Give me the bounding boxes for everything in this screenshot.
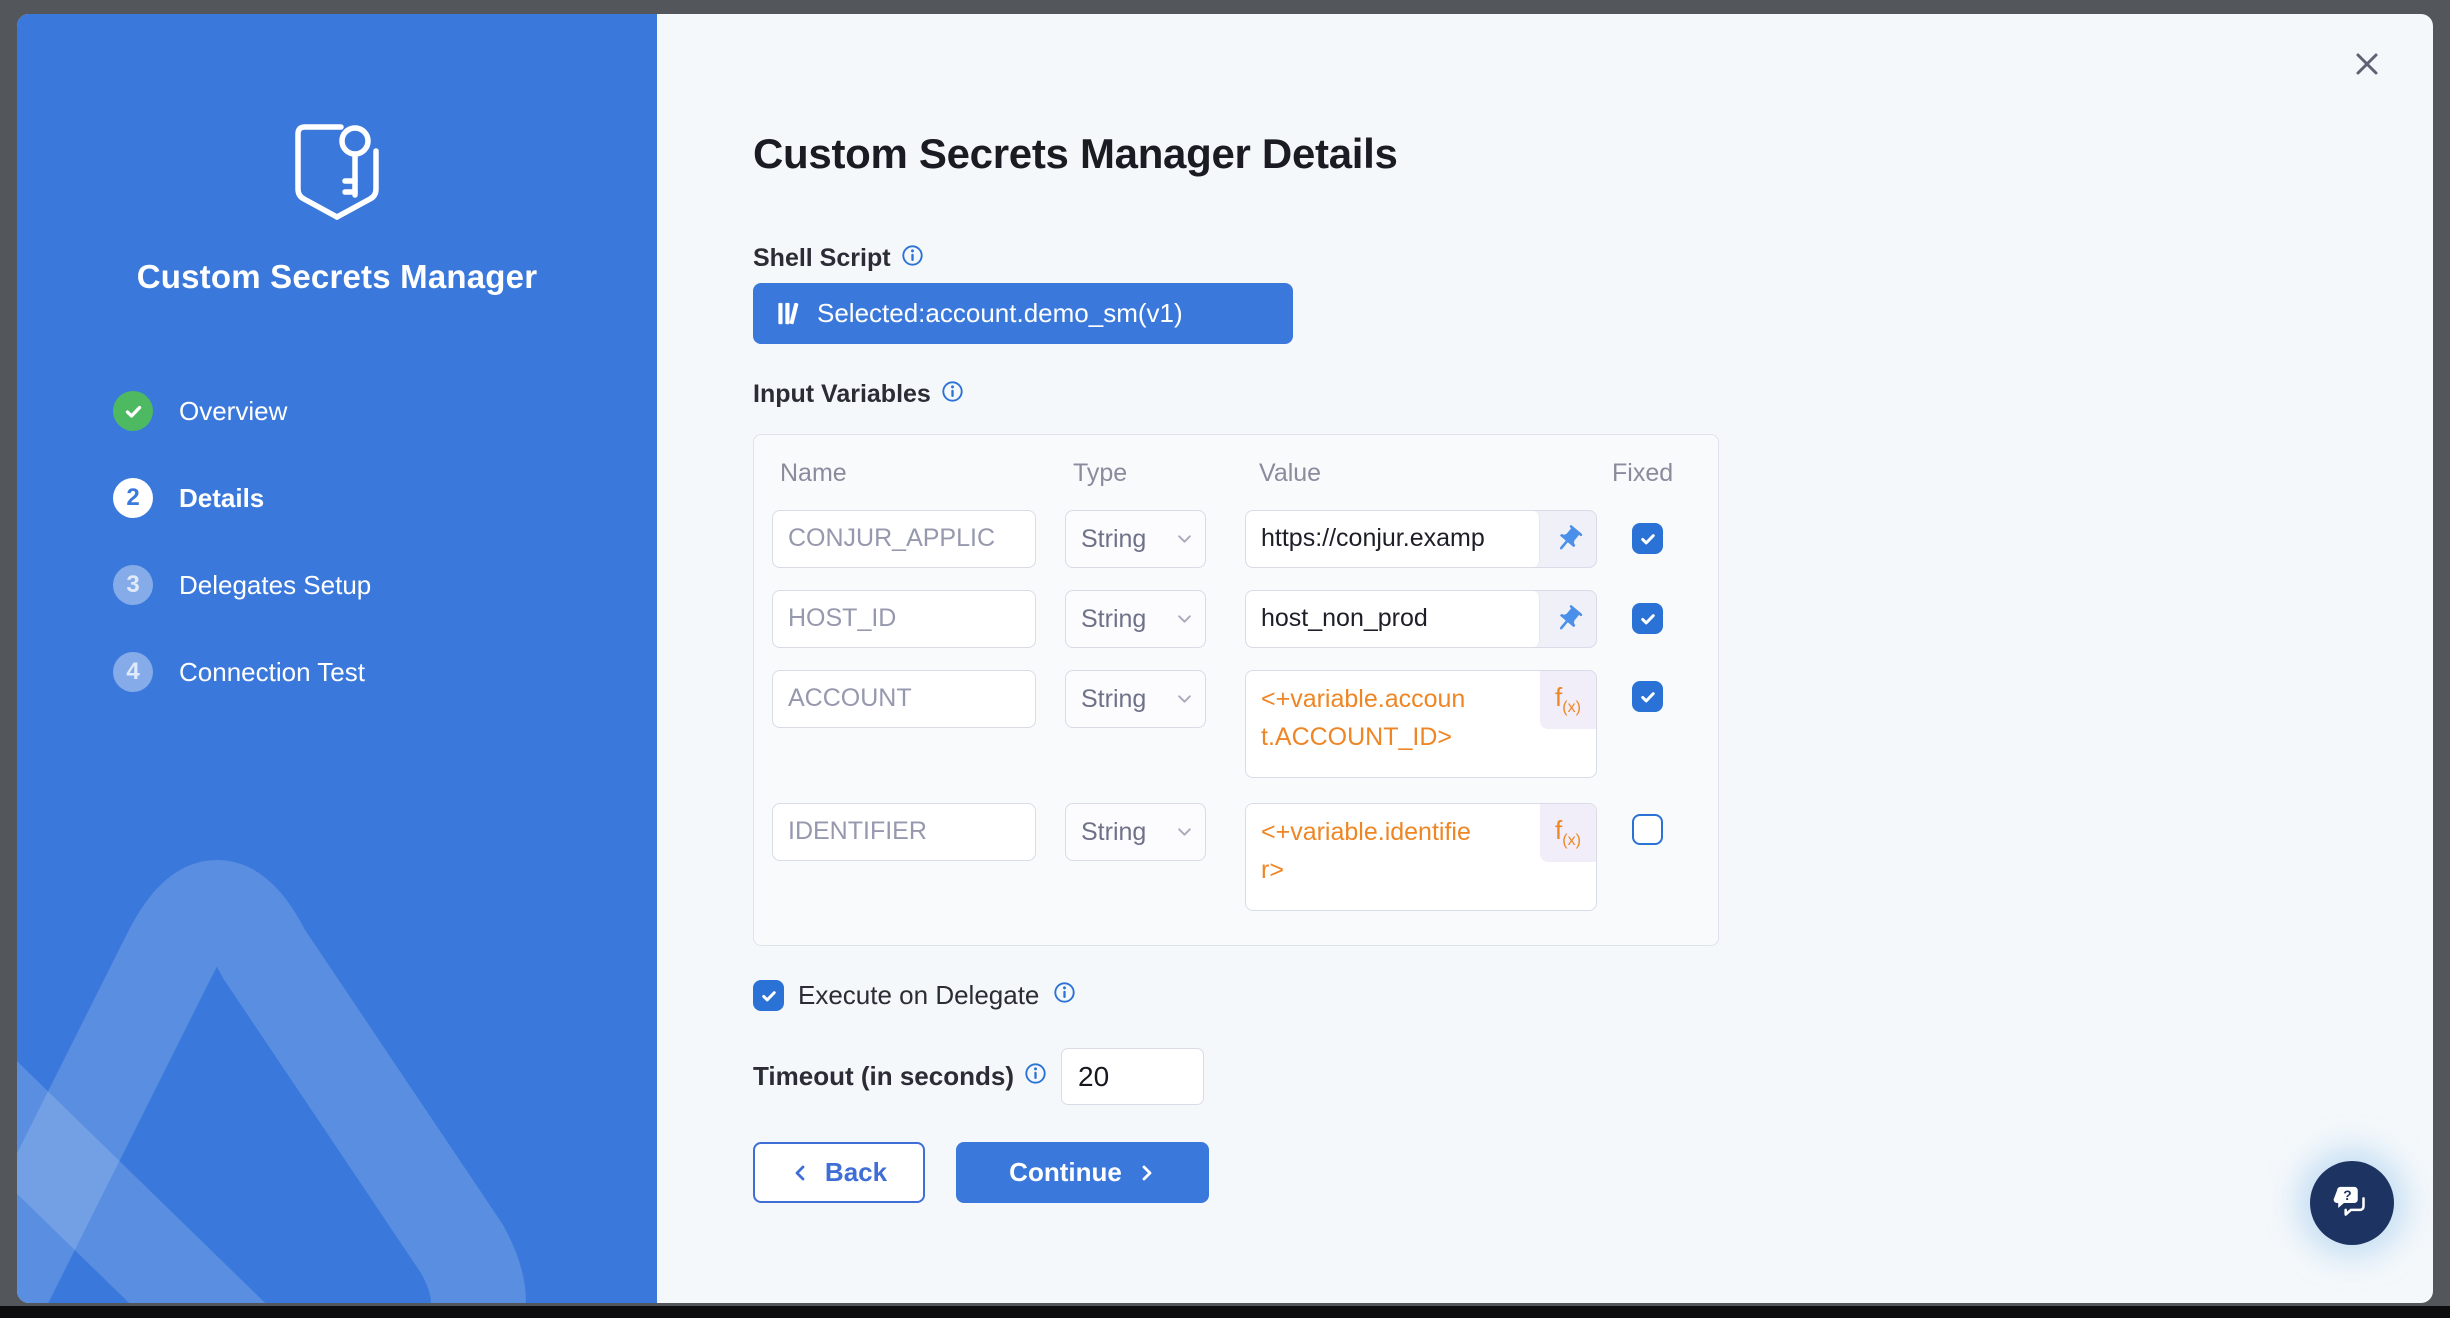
variable-value-group: <+variable.identifie r> f(x) bbox=[1245, 803, 1597, 911]
secrets-manager-shield-key-icon bbox=[289, 118, 385, 222]
check-icon bbox=[1639, 688, 1657, 706]
fixed-checkbox[interactable] bbox=[1632, 523, 1663, 554]
input-variables-label-row: Input Variables bbox=[753, 380, 964, 409]
info-icon[interactable] bbox=[941, 380, 964, 403]
pin-button[interactable] bbox=[1540, 511, 1596, 567]
fx-icon: f(x) bbox=[1555, 815, 1581, 850]
timeout-row: Timeout (in seconds) 20 bbox=[753, 1048, 1204, 1105]
wizard-steps: Overview 2 Details 3 Delegates Setup 4 C… bbox=[113, 391, 371, 739]
check-icon bbox=[123, 401, 144, 422]
wizard-title: Custom Secrets Manager bbox=[17, 258, 657, 296]
details-panel: Custom Secrets Manager Details Shell Scr… bbox=[657, 14, 2433, 1303]
column-header-type: Type bbox=[1073, 459, 1127, 488]
variable-value-input[interactable]: <+variable.accoun t.ACCOUNT_ID> bbox=[1261, 680, 1538, 768]
variable-value-input[interactable]: host_non_prod bbox=[1246, 591, 1540, 647]
info-icon[interactable] bbox=[1024, 1062, 1047, 1085]
screen-bottom-bar bbox=[0, 1306, 2450, 1318]
column-header-name: Name bbox=[780, 459, 847, 488]
back-button[interactable]: Back bbox=[753, 1142, 925, 1203]
variable-name-input[interactable]: ACCOUNT bbox=[772, 670, 1036, 728]
shell-script-selected-button[interactable]: Selected:account.demo_sm(v1) bbox=[753, 283, 1293, 344]
chat-help-icon: ? bbox=[2329, 1180, 2375, 1226]
svg-text:?: ? bbox=[2343, 1188, 2351, 1203]
variable-type-value: String bbox=[1081, 685, 1146, 714]
variable-name-input[interactable]: HOST_ID bbox=[772, 590, 1036, 648]
variable-value-group: <+variable.accoun t.ACCOUNT_ID> f(x) bbox=[1245, 670, 1597, 778]
step-complete-circle bbox=[113, 391, 153, 431]
variable-value-input[interactable]: https://conjur.examp bbox=[1246, 511, 1540, 567]
step-label: Delegates Setup bbox=[179, 570, 371, 601]
step-details[interactable]: 2 Details bbox=[113, 478, 371, 518]
help-chat-button[interactable]: ? bbox=[2310, 1161, 2394, 1245]
variable-type-select[interactable]: String bbox=[1065, 590, 1206, 648]
page-title: Custom Secrets Manager Details bbox=[753, 130, 1398, 178]
variable-type-select[interactable]: String bbox=[1065, 803, 1206, 861]
step-number-circle: 4 bbox=[113, 652, 153, 692]
timeout-input[interactable]: 20 bbox=[1061, 1048, 1204, 1105]
variable-name-input[interactable]: CONJUR_APPLIC bbox=[772, 510, 1036, 568]
fixed-checkbox[interactable] bbox=[1632, 814, 1663, 845]
variable-type-value: String bbox=[1081, 605, 1146, 634]
pin-icon bbox=[1553, 604, 1584, 635]
fixed-checkbox[interactable] bbox=[1632, 681, 1663, 712]
pin-icon bbox=[1553, 524, 1584, 555]
chevron-down-icon bbox=[1177, 534, 1192, 544]
step-overview[interactable]: Overview bbox=[113, 391, 371, 431]
input-variables-label: Input Variables bbox=[753, 380, 931, 409]
expression-button[interactable]: f(x) bbox=[1540, 671, 1596, 729]
fx-icon: f(x) bbox=[1555, 682, 1581, 717]
variable-type-select[interactable]: String bbox=[1065, 670, 1206, 728]
check-icon bbox=[760, 987, 778, 1005]
info-icon[interactable] bbox=[901, 244, 924, 267]
variable-type-value: String bbox=[1081, 818, 1146, 847]
check-icon bbox=[1639, 530, 1657, 548]
pin-button[interactable] bbox=[1540, 591, 1596, 647]
step-number-circle: 3 bbox=[113, 565, 153, 605]
brand-watermark bbox=[17, 779, 657, 1303]
fixed-checkbox[interactable] bbox=[1632, 603, 1663, 634]
variable-type-value: String bbox=[1081, 525, 1146, 554]
execute-on-delegate-row: Execute on Delegate bbox=[753, 980, 1076, 1011]
library-icon bbox=[775, 300, 802, 327]
variable-value-group: host_non_prod bbox=[1245, 590, 1597, 648]
selected-script-label: Selected:account.demo_sm(v1) bbox=[817, 298, 1183, 329]
shell-script-label-row: Shell Script bbox=[753, 244, 924, 273]
chevron-left-icon bbox=[791, 1163, 811, 1183]
column-header-fixed: Fixed bbox=[1612, 459, 1673, 488]
chevron-right-icon bbox=[1136, 1163, 1156, 1183]
close-icon bbox=[2350, 47, 2384, 81]
close-button[interactable] bbox=[2347, 44, 2387, 84]
variable-type-select[interactable]: String bbox=[1065, 510, 1206, 568]
step-number-circle: 2 bbox=[113, 478, 153, 518]
column-header-value: Value bbox=[1259, 459, 1321, 488]
variable-value-input[interactable]: <+variable.identifie r> bbox=[1261, 813, 1538, 901]
expression-button[interactable]: f(x) bbox=[1540, 804, 1596, 862]
execute-on-delegate-label: Execute on Delegate bbox=[798, 980, 1039, 1011]
step-connection-test[interactable]: 4 Connection Test bbox=[113, 652, 371, 692]
variable-value-group: https://conjur.examp bbox=[1245, 510, 1597, 568]
step-label: Details bbox=[179, 483, 264, 514]
form-actions: Back Continue bbox=[753, 1142, 1209, 1203]
chevron-down-icon bbox=[1177, 614, 1192, 624]
wizard-dialog: Custom Secrets Manager Overview 2 Detail… bbox=[17, 14, 2433, 1303]
shell-script-label: Shell Script bbox=[753, 244, 891, 273]
step-delegates-setup[interactable]: 3 Delegates Setup bbox=[113, 565, 371, 605]
timeout-label: Timeout (in seconds) bbox=[753, 1061, 1014, 1092]
info-icon[interactable] bbox=[1053, 981, 1076, 1004]
chevron-down-icon bbox=[1177, 827, 1192, 837]
wizard-sidebar: Custom Secrets Manager Overview 2 Detail… bbox=[17, 14, 657, 1303]
step-label: Connection Test bbox=[179, 657, 365, 688]
chevron-down-icon bbox=[1177, 694, 1192, 704]
variable-name-input[interactable]: IDENTIFIER bbox=[772, 803, 1036, 861]
step-label: Overview bbox=[179, 396, 287, 427]
input-variables-table: Name Type Value Fixed CONJUR_APPLIC Stri… bbox=[753, 434, 1719, 946]
continue-button[interactable]: Continue bbox=[956, 1142, 1209, 1203]
check-icon bbox=[1639, 610, 1657, 628]
execute-on-delegate-checkbox[interactable] bbox=[753, 980, 784, 1011]
